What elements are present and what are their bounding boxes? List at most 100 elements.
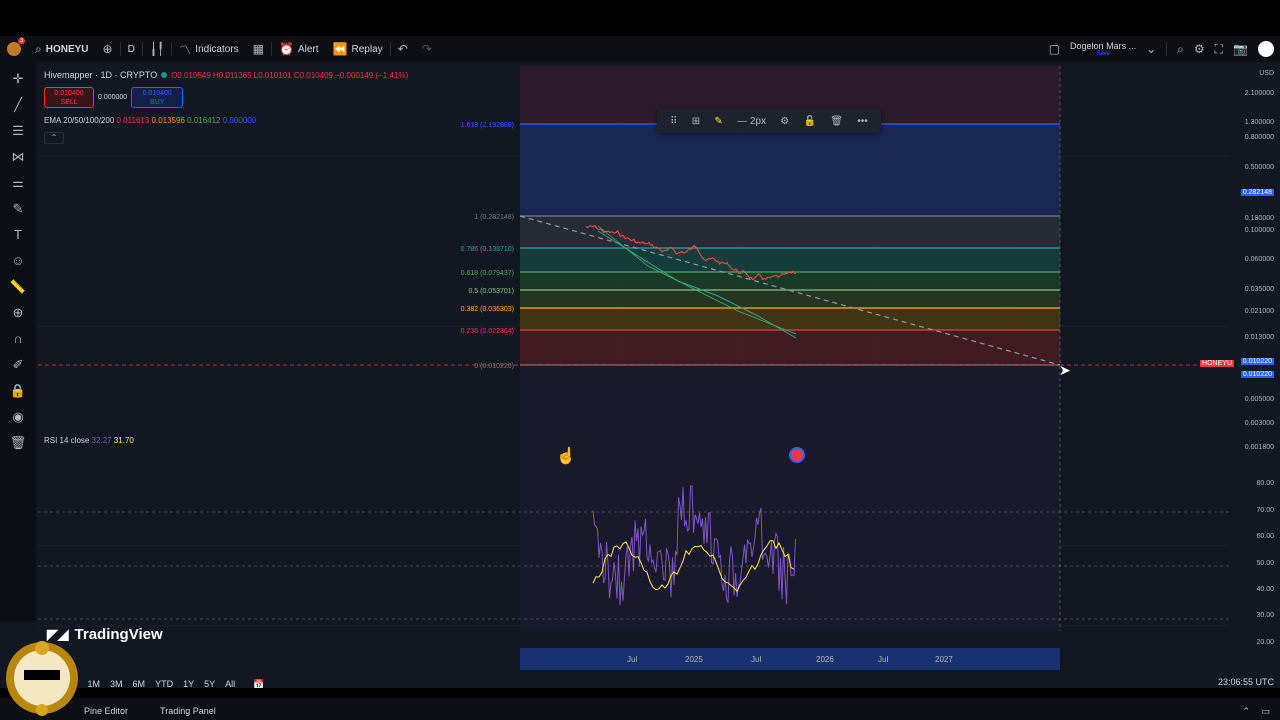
trend-line-icon[interactable]: ╱	[7, 96, 29, 113]
fib-retracement[interactable]: 1.618 (2.192808) 1 (0.282148) 0.786 (0.138…	[461, 66, 1060, 631]
rsi-tick: 30.00	[1256, 612, 1274, 619]
time-tick: Jul	[751, 655, 762, 664]
templates-button[interactable]: ▦	[246, 36, 271, 62]
undo-button[interactable]: ↶	[391, 36, 415, 62]
series-legend: Hivemapper · 1D · CRYPTO O0.010549 H0.011…	[44, 70, 408, 80]
rsi-label: RSI 14 close	[44, 436, 90, 445]
price-tick: 0.100000	[1244, 227, 1274, 234]
user-menu[interactable]: 3	[0, 36, 28, 62]
chart-type-button[interactable]: ╽╿	[143, 36, 171, 62]
price-tick: 0.282148	[1240, 189, 1274, 196]
fib-zone	[520, 308, 1060, 330]
layout-square-icon[interactable]: ▢	[1049, 42, 1060, 56]
price-axis[interactable]: USD 2.100000 1.300000 0.800000 0.500000 0.28…	[1200, 66, 1280, 646]
currency-label[interactable]: USD	[1259, 70, 1274, 77]
sell-button[interactable]: 0.010400 SELL	[44, 87, 94, 108]
alert-button[interactable]: ⏰ Alert	[272, 36, 326, 62]
trash-icon[interactable]: 🗑	[830, 116, 843, 127]
fib-zone	[520, 216, 1060, 248]
range-button-6m[interactable]: 6M	[133, 679, 146, 689]
line-width-button[interactable]: — 2px	[737, 116, 766, 127]
settings-gear-icon[interactable]: ⚙	[1194, 42, 1205, 56]
user-avatar-icon	[7, 42, 21, 56]
sell-label: SELL	[60, 99, 78, 106]
divider	[1166, 42, 1168, 56]
settings-icon[interactable]: ⚙	[780, 116, 789, 127]
redo-button[interactable]: ↷	[415, 36, 439, 62]
rsi-range-zone	[520, 366, 1060, 631]
rsi-tick: 60.00	[1256, 533, 1274, 540]
chart-pane[interactable]: 1.618 (2.192808) 1 (0.282148) 0.786 (0.138…	[38, 66, 1230, 631]
profile-avatar[interactable]	[1258, 41, 1274, 57]
eye-icon[interactable]: ◉	[7, 408, 29, 425]
pencil-color-icon[interactable]: ✎	[714, 116, 722, 127]
emoji-icon[interactable]: ☺	[7, 252, 29, 269]
fullscreen-icon[interactable]: ⛶	[1215, 42, 1223, 57]
forecast-tool-icon[interactable]: ⚌	[7, 174, 29, 191]
layout-name: Dogelon Mars ...	[1070, 40, 1137, 51]
templates-icon[interactable]: ⊞	[692, 116, 700, 127]
rsi-legend[interactable]: RSI 14 close 32.27 31.70	[44, 436, 134, 445]
text-tool-icon[interactable]: T	[7, 226, 29, 243]
ruler-icon[interactable]: 📏	[7, 278, 29, 295]
rsi-tick: 50.00	[1256, 560, 1274, 567]
time-tick: 2025	[685, 655, 703, 664]
price-tick: 0.035000	[1244, 286, 1274, 293]
fib-level-label: 0.786 (0.138710)	[461, 246, 514, 253]
market-status-icon	[161, 72, 168, 78]
compare-button[interactable]: ⊕	[96, 36, 120, 62]
symbol-price-tag[interactable]: HONEYU	[1200, 360, 1234, 367]
price-tick: 0.500000	[1244, 164, 1274, 171]
fib-zone	[520, 330, 1060, 365]
tab-trading-panel[interactable]: Trading Panel	[144, 706, 232, 716]
drag-handle-icon[interactable]: ⠿	[670, 116, 677, 127]
ema-label: EMA 20/50/100/200	[44, 116, 115, 125]
rsi-tick: 70.00	[1256, 507, 1274, 514]
ema-value-2: 0.013596	[151, 116, 185, 125]
crosshair-icon[interactable]: ✛	[7, 70, 29, 87]
lock-icon[interactable]: 🔓	[804, 116, 816, 127]
interval-button[interactable]: D	[121, 36, 142, 62]
maximize-panel-icon[interactable]: ⌃	[1242, 706, 1250, 717]
series-title: Hivemapper · 1D · CRYPTO	[44, 70, 158, 80]
chart-canvas[interactable]: 1.618 (2.192808) 1 (0.282148) 0.786 (0.138…	[38, 66, 1230, 631]
layout-selector[interactable]: Dogelon Mars ... Save	[1070, 40, 1137, 57]
range-button-5y[interactable]: 5Y	[204, 679, 215, 689]
chevron-down-icon[interactable]: ⌄	[1146, 42, 1156, 56]
collapse-legend-button[interactable]: ⌃	[44, 132, 64, 144]
zoom-icon[interactable]: ⊕	[7, 304, 29, 321]
fib-level-label: 0.618 (0.079437)	[461, 270, 514, 277]
range-button-1y[interactable]: 1Y	[183, 679, 194, 689]
ema-value-4: 0.000000	[222, 116, 257, 125]
magnet-icon[interactable]: ∩	[7, 330, 29, 347]
ema-legend[interactable]: EMA 20/50/100/200 0.011613 0.013596 0.01…	[44, 116, 256, 125]
restore-panel-icon[interactable]: ▭	[1261, 706, 1270, 717]
quick-search-icon[interactable]: ⌕	[1177, 42, 1184, 57]
trash-icon[interactable]: 🗑	[7, 434, 29, 451]
range-button-all[interactable]: All	[225, 679, 235, 689]
brush-icon[interactable]: ✎	[7, 200, 29, 217]
fib-tool-icon[interactable]: ☰	[7, 122, 29, 139]
more-icon[interactable]: •••	[857, 116, 868, 127]
pattern-tool-icon[interactable]: ⋈	[7, 148, 29, 165]
price-tick: 0.021000	[1244, 308, 1274, 315]
interval-label: D	[127, 43, 135, 55]
time-tick: Jul	[878, 655, 889, 664]
stay-in-draw-icon[interactable]: ✐	[7, 356, 29, 373]
replay-button[interactable]: ⏪ Replay	[326, 36, 390, 62]
clock[interactable]: 23:06:55 UTC	[1218, 677, 1274, 687]
ema-value-3: 0.016412	[187, 116, 221, 125]
indicators-button[interactable]: 〽 Indicators	[172, 36, 245, 62]
range-button-ytd[interactable]: YTD	[155, 679, 173, 689]
buy-button[interactable]: 0.010400 BUY	[131, 87, 184, 108]
camera-icon[interactable]: 📷	[1233, 42, 1248, 56]
event-marker-icon[interactable]	[789, 447, 805, 463]
time-axis[interactable]: Jul 2025 Jul 2026 Jul 2027	[38, 648, 1230, 670]
lock-icon[interactable]: 🔒	[7, 382, 29, 399]
range-button-3m[interactable]: 3M	[110, 679, 123, 689]
calendar-icon[interactable]: 📅	[253, 679, 264, 690]
symbol-search[interactable]: ⌕ HONEYU	[28, 36, 96, 62]
range-button-1m[interactable]: 1M	[88, 679, 101, 689]
candles-icon: ╽╿	[149, 42, 165, 56]
undo-icon: ↶	[397, 42, 408, 56]
